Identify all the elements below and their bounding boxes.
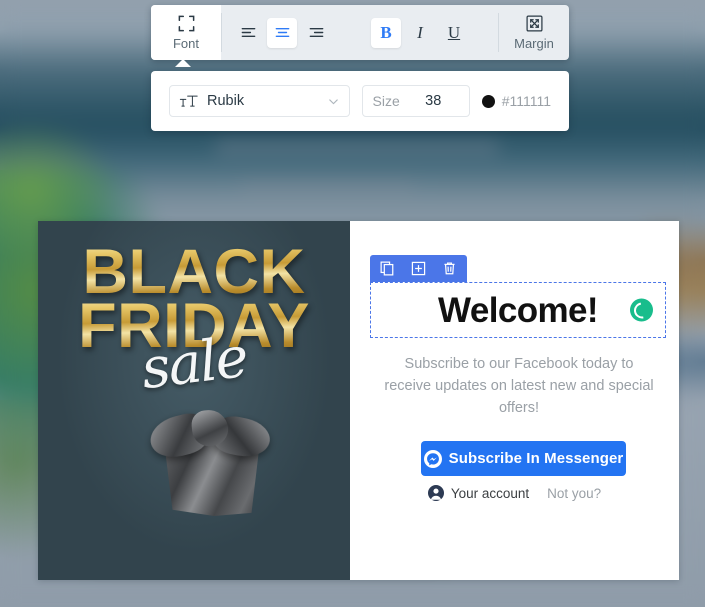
toolbar-caret [175,59,191,67]
font-tool-label: Font [172,36,199,51]
font-size-value[interactable]: 38 [408,93,459,109]
banner-title-group: BLACK FRIDAY [38,241,350,358]
user-avatar-icon [427,485,444,501]
text-editor-toolbar: Font B I U Margin [151,5,569,60]
font-size-field[interactable]: Size 38 [361,85,470,117]
italic-icon: I [417,22,423,42]
subscribe-in-messenger-button[interactable]: Subscribe In Messenger [421,441,626,476]
chevron-down-icon [328,98,338,104]
font-tool-button[interactable]: Font [151,5,221,60]
align-left-button[interactable] [233,18,263,48]
color-swatch[interactable] [481,94,495,108]
selected-text-block[interactable]: Welcome! [370,282,666,338]
spinner-arc [630,298,653,322]
expand-arrows-icon [525,15,543,32]
font-size-label: Size [372,93,400,109]
black-friday-banner-image[interactable]: BLACK FRIDAY sale [38,221,350,580]
font-family-select[interactable]: Rubik [169,85,350,117]
duplicate-block-button[interactable] [372,255,403,282]
expand-corners-icon [178,15,194,32]
text-size-icon [179,95,198,107]
account-name: Your account [450,485,530,501]
margin-tool-label: Margin [514,36,554,51]
email-body-text: Subscribe to our Facebook today to recei… [384,356,654,416]
font-color-field[interactable]: #111111 [481,93,551,109]
alignment-group [222,5,342,60]
not-you-link[interactable]: Not you? [547,486,601,501]
delete-block-button[interactable] [434,255,465,282]
italic-button[interactable]: I [405,18,435,48]
text-style-group: B I U [360,5,480,60]
align-right-button[interactable] [301,18,331,48]
email-content-panel: Welcome! Subscribe to our Facebook today… [350,221,679,580]
messenger-button-label: Subscribe In Messenger [448,450,624,467]
toolbar-spacer-2 [480,5,498,60]
banner-title-line2: FRIDAY [38,294,350,357]
gift-box-illustration [146,396,276,521]
color-hex-value: #111111 [501,93,551,109]
messenger-icon [423,449,442,468]
align-center-button[interactable] [267,17,297,48]
underline-button[interactable]: U [439,18,469,48]
welcome-heading: Welcome! [438,290,598,330]
bold-icon: B [380,22,392,42]
account-row: Your account Not you? [350,485,679,501]
loading-spinner-icon [630,298,653,322]
bold-button[interactable]: B [371,17,401,48]
underline-icon: U [447,22,461,42]
email-preview-card: BLACK FRIDAY sale Welcome! Subscribe to … [38,221,679,580]
align-right-icon [309,28,323,37]
align-center-icon [275,28,289,37]
margin-tool-button[interactable]: Margin [499,5,569,60]
toolbar-spacer-1 [342,5,360,60]
add-block-button[interactable] [403,255,434,282]
font-settings-panel: Rubik Size 38 #111111 [151,71,569,131]
font-family-value: Rubik [207,93,245,109]
align-left-icon [241,28,255,37]
block-action-toolbar [370,255,467,282]
